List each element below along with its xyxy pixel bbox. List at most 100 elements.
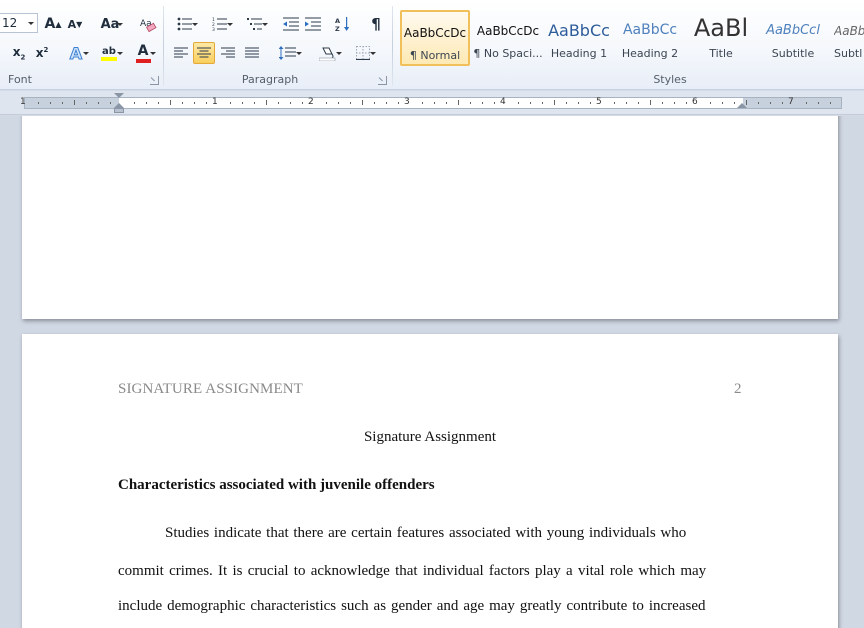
paragraph-line[interactable]: include demographic characteristics such… [118, 598, 706, 615]
style-preview: AaBbCcDc [403, 26, 467, 40]
justify-button[interactable] [241, 42, 263, 64]
line-spacing-icon [279, 46, 296, 60]
bullets-button[interactable] [170, 13, 200, 35]
style-preview: AaBb [834, 24, 864, 38]
numbering-button[interactable]: 123 [205, 13, 235, 35]
style-name: Subtl [834, 47, 863, 60]
borders-dropdown-icon[interactable] [370, 52, 376, 55]
ruler-tick [182, 102, 183, 104]
grow-font-button[interactable]: A ▲ [43, 13, 63, 35]
style-subtitle[interactable]: AaBbCcl Subtitle [758, 10, 828, 66]
clear-formatting-icon: Aa [140, 19, 157, 32]
ruler-number: 5 [596, 97, 602, 107]
font-size-dropdown-icon[interactable] [28, 22, 34, 25]
multilevel-list-icon [247, 18, 262, 30]
ruler-tick [386, 102, 387, 104]
text-effects-dropdown-icon[interactable] [83, 52, 89, 55]
ruler-tick [230, 102, 231, 104]
font-size-box[interactable]: 12 [0, 13, 38, 33]
change-case-button[interactable]: Aa [95, 13, 125, 35]
style-name: ¶ No Spaci... [473, 47, 543, 60]
line-spacing-button[interactable] [273, 42, 303, 64]
multilevel-list-dropdown-icon[interactable] [262, 23, 268, 26]
ruler-tick [722, 102, 723, 104]
ruler-tick [458, 100, 459, 105]
show-formatting-button[interactable]: ¶ [366, 13, 386, 35]
ruler-tick [710, 102, 711, 104]
borders-icon [356, 46, 370, 60]
paragraph-line[interactable]: Studies indicate that there are certain … [165, 525, 686, 542]
highlight-icon: ab [101, 46, 118, 61]
bullets-dropdown-icon[interactable] [192, 23, 198, 26]
ruler-tick [650, 100, 651, 105]
font-dialog-launcher-icon[interactable] [150, 76, 159, 85]
style-preview: AaBbCc [548, 21, 610, 40]
right-indent-marker[interactable] [737, 103, 747, 108]
styles-gallery: AaBbCcDc ¶ Normal AaBbCcDc ¶ No Spaci...… [398, 8, 864, 70]
document-title[interactable]: Signature Assignment [22, 429, 838, 446]
ruler-tick [62, 102, 63, 104]
change-case-dropdown-icon[interactable] [117, 23, 123, 26]
borders-button[interactable] [348, 42, 378, 64]
text-effects-button[interactable]: A [62, 42, 90, 64]
paragraph-line[interactable]: commit crimes. It is crucial to acknowle… [118, 563, 706, 580]
increase-indent-button[interactable] [302, 13, 324, 35]
multilevel-list-button[interactable] [240, 13, 270, 35]
sort-button[interactable]: AZ [332, 13, 354, 35]
style-normal[interactable]: AaBbCcDc ¶ Normal [400, 10, 470, 66]
highlight-button[interactable]: ab [93, 42, 125, 64]
numbering-dropdown-icon[interactable] [227, 23, 233, 26]
page-number[interactable]: 2 [734, 381, 742, 398]
ruler-tick [686, 102, 687, 104]
superscript-button[interactable]: x2 [31, 42, 53, 64]
font-color-dropdown-icon[interactable] [150, 52, 156, 55]
ruler-tick [590, 102, 591, 104]
style-heading-2[interactable]: AaBbCc Heading 2 [615, 10, 685, 66]
ruler-tick [302, 102, 303, 104]
page-1[interactable] [22, 116, 838, 319]
page-2[interactable]: SIGNATURE ASSIGNMENT 2 Signature Assignm… [22, 334, 838, 628]
decrease-indent-button[interactable] [280, 13, 302, 35]
ruler-strip[interactable]: 1 1 2 3 4 5 6 7 [20, 93, 842, 113]
style-no-spacing[interactable]: AaBbCcDc ¶ No Spaci... [473, 10, 543, 66]
style-name: Heading 1 [550, 47, 608, 60]
align-center-button[interactable] [193, 42, 215, 64]
style-name: Title [709, 47, 733, 60]
style-title[interactable]: AaBl Title [686, 10, 756, 66]
ruler-tick [770, 102, 771, 104]
section-heading[interactable]: Characteristics associated with juvenile… [118, 477, 435, 494]
shrink-font-button[interactable]: A ▼ [66, 13, 84, 35]
decrease-indent-icon [283, 17, 299, 31]
align-left-button[interactable] [170, 42, 192, 64]
highlight-dropdown-icon[interactable] [117, 52, 123, 55]
first-line-indent-marker[interactable] [114, 93, 124, 98]
subscript-button[interactable]: x2 [8, 42, 30, 64]
shading-dropdown-icon[interactable] [336, 52, 342, 55]
shading-button[interactable] [312, 42, 344, 64]
left-indent-marker[interactable] [114, 108, 124, 113]
style-preview: AaBbCcl [766, 23, 820, 38]
ruler-tick [422, 102, 423, 104]
ruler-tick [398, 102, 399, 104]
font-color-bar [135, 59, 151, 63]
ruler-number: 2 [308, 97, 314, 107]
ruler-number: 1 [20, 97, 26, 107]
align-right-icon [221, 47, 235, 58]
paragraph-dialog-launcher-icon[interactable] [378, 76, 387, 85]
highlight-color-bar [101, 56, 118, 61]
style-name: Heading 2 [621, 47, 679, 60]
shading-icon [319, 47, 336, 61]
font-color-button[interactable]: A [128, 42, 158, 64]
ruler-tick [134, 102, 135, 104]
running-head[interactable]: SIGNATURE ASSIGNMENT [118, 381, 303, 398]
align-right-button[interactable] [217, 42, 239, 64]
style-subtle-emphasis[interactable]: AaBb Subtl [830, 10, 864, 66]
font-color-icon: A [135, 43, 151, 63]
document-canvas[interactable]: SIGNATURE ASSIGNMENT 2 Signature Assignm… [0, 116, 864, 628]
bullets-icon [177, 17, 192, 31]
clear-formatting-button[interactable]: Aa [137, 13, 159, 35]
horizontal-ruler[interactable]: 1 1 2 3 4 5 6 7 [0, 91, 864, 115]
style-heading-1[interactable]: AaBbCc Heading 1 [544, 10, 614, 66]
line-spacing-dropdown-icon[interactable] [296, 52, 302, 55]
ruler-tick [110, 102, 111, 104]
